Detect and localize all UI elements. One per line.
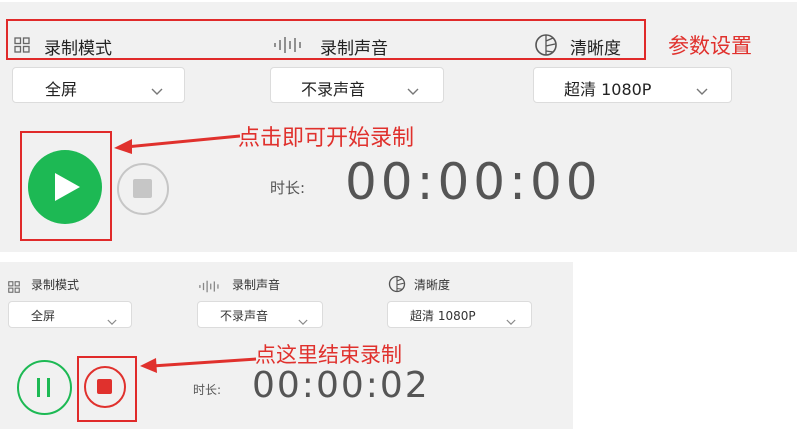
duration-label: 时长:: [193, 383, 222, 397]
start-annotation: 点击即可开始录制: [238, 126, 415, 151]
chevron-down-icon: [151, 81, 163, 100]
duration-label: 时长:: [270, 179, 306, 197]
duration-timer: 00:00:02: [252, 365, 430, 406]
audio-dropdown-value: 不录声音: [301, 80, 366, 99]
mode-dropdown[interactable]: 全屏: [12, 67, 185, 103]
duration-timer: 00:00:00: [345, 153, 602, 211]
audio-dropdown[interactable]: 不录声音: [197, 301, 323, 328]
start-highlight-box: [20, 131, 112, 241]
mode-label: 录制模式: [31, 278, 80, 292]
chevron-down-icon: [107, 311, 117, 330]
mode-dropdown-value: 全屏: [45, 80, 78, 99]
pause-record-button[interactable]: [17, 360, 72, 415]
pause-icon: [35, 377, 53, 402]
chevron-down-icon: [506, 311, 516, 330]
quality-dropdown-value: 超清 1080P: [564, 80, 652, 99]
audio-dropdown-value: 不录声音: [220, 309, 269, 323]
quality-dropdown-value: 超清 1080P: [410, 309, 476, 323]
chevron-down-icon: [298, 311, 308, 330]
chevron-down-icon: [407, 81, 419, 100]
params-annotation: 参数设置: [668, 34, 752, 58]
quality-dial-icon: [388, 275, 406, 297]
quality-label: 清晰度: [414, 278, 451, 292]
arrow-left-icon: [140, 357, 257, 373]
sound-wave-icon: [198, 278, 222, 297]
audio-label: 录制声音: [232, 278, 281, 292]
chevron-down-icon: [696, 81, 708, 100]
stop-icon: [133, 179, 152, 198]
grid-icon: [8, 278, 20, 297]
audio-dropdown[interactable]: 不录声音: [270, 67, 444, 103]
params-highlight-box: [6, 19, 646, 60]
quality-dropdown[interactable]: 超清 1080P: [387, 301, 532, 328]
stop-record-button[interactable]: [117, 163, 169, 215]
quality-dropdown[interactable]: 超清 1080P: [533, 67, 732, 103]
stop-highlight-box: [77, 356, 137, 422]
arrow-left-icon: [114, 134, 241, 154]
mode-dropdown[interactable]: 全屏: [8, 301, 132, 328]
mode-dropdown-value: 全屏: [31, 309, 56, 323]
